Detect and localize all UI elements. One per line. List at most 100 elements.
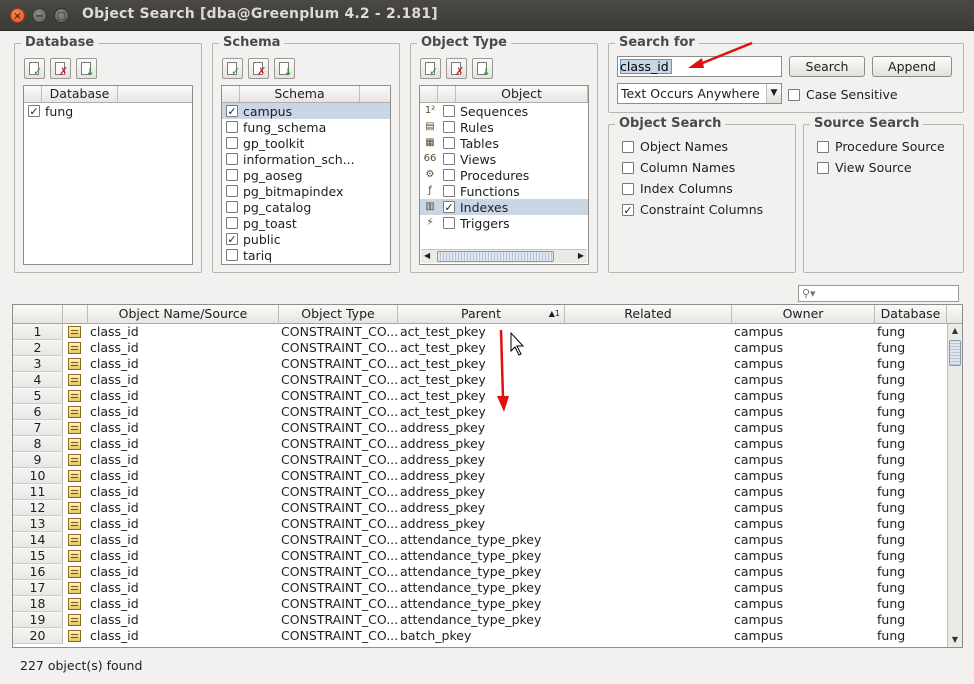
- table-row[interactable]: 14 class_id CONSTRAINT_CO... attendance_typ…: [13, 532, 947, 548]
- schema-item[interactable]: ✓ public: [222, 231, 390, 247]
- object-search-option[interactable]: Column Names: [622, 160, 735, 175]
- row-number[interactable]: 14: [13, 532, 63, 548]
- schema-item[interactable]: pg_toast: [222, 215, 390, 231]
- search-button[interactable]: Search: [789, 56, 865, 77]
- table-row[interactable]: 15 class_id CONSTRAINT_CO... attendance_typ…: [13, 548, 947, 564]
- object-type-item[interactable]: ⚙ Procedures: [420, 167, 588, 183]
- minimize-window-button[interactable]: −: [32, 8, 47, 23]
- schema-item-checkbox[interactable]: [226, 121, 238, 133]
- checkbox-box[interactable]: ✓: [622, 203, 634, 216]
- schema-item-checkbox[interactable]: ✓: [226, 233, 238, 245]
- schema-item-checkbox[interactable]: [226, 185, 238, 197]
- checkbox-box[interactable]: [622, 140, 634, 153]
- schema-item-checkbox[interactable]: ✓: [226, 105, 238, 117]
- deselect-all-schemas-button[interactable]: ✗: [248, 58, 269, 79]
- table-row[interactable]: 12 class_id CONSTRAINT_CO... address_pkey ca…: [13, 500, 947, 516]
- object-type-item[interactable]: ▦ Tables: [420, 135, 588, 151]
- row-number[interactable]: 8: [13, 436, 63, 452]
- table-row[interactable]: 1 class_id CONSTRAINT_CO... act_test_pkey ca…: [13, 324, 947, 340]
- table-row[interactable]: 10 class_id CONSTRAINT_CO... address_pkey ca…: [13, 468, 947, 484]
- table-row[interactable]: 7 class_id CONSTRAINT_CO... address_pkey cam…: [13, 420, 947, 436]
- schema-item[interactable]: pg_catalog: [222, 199, 390, 215]
- row-number[interactable]: 17: [13, 580, 63, 596]
- object-type-item-checkbox[interactable]: [443, 185, 455, 197]
- row-number[interactable]: 7: [13, 420, 63, 436]
- object-search-option[interactable]: Object Names: [622, 139, 728, 154]
- table-row[interactable]: 17 class_id CONSTRAINT_CO... attendance_typ…: [13, 580, 947, 596]
- checkbox-box[interactable]: [622, 182, 634, 195]
- source-search-option[interactable]: View Source: [817, 160, 912, 175]
- column-header-parent[interactable]: Parent ▲1: [398, 305, 565, 324]
- row-number[interactable]: 9: [13, 452, 63, 468]
- checkbox-box[interactable]: [622, 161, 634, 174]
- table-row[interactable]: 8 class_id CONSTRAINT_CO... address_pkey cam…: [13, 436, 947, 452]
- row-number[interactable]: 12: [13, 500, 63, 516]
- object-type-item[interactable]: 1² Sequences: [420, 103, 588, 119]
- object-type-item-checkbox[interactable]: [443, 105, 455, 117]
- select-all-object-types-button[interactable]: ✓: [420, 58, 441, 79]
- checkbox-box[interactable]: [788, 88, 800, 101]
- schema-item[interactable]: tariq: [222, 247, 390, 263]
- column-header-related[interactable]: Related: [565, 305, 732, 324]
- object-type-hscroll-thumb[interactable]: [437, 251, 554, 262]
- object-type-item-checkbox[interactable]: [443, 137, 455, 149]
- schema-item[interactable]: pg_aoseg: [222, 167, 390, 183]
- column-header-object-name[interactable]: Object Name/Source: [88, 305, 279, 324]
- object-type-item[interactable]: 66 Views: [420, 151, 588, 167]
- object-type-item[interactable]: ▥ ✓ Indexes: [420, 199, 588, 215]
- chevron-down-icon[interactable]: ▼: [766, 84, 781, 103]
- object-type-list[interactable]: Object 1² Sequences ▤ Rules ▦ Tables 66 Views ⚙ P…: [419, 85, 589, 265]
- schema-item[interactable]: pg_bitmapindex: [222, 183, 390, 199]
- table-row[interactable]: 6 class_id CONSTRAINT_CO... act_test_pkey ca…: [13, 404, 947, 420]
- table-row[interactable]: 13 class_id CONSTRAINT_CO... address_pkey ca…: [13, 516, 947, 532]
- refresh-databases-button[interactable]: ↓: [76, 58, 97, 79]
- object-type-item-checkbox[interactable]: [443, 217, 455, 229]
- table-row[interactable]: 9 class_id CONSTRAINT_CO... address_pkey cam…: [13, 452, 947, 468]
- refresh-schemas-button[interactable]: ↓: [274, 58, 295, 79]
- object-type-item[interactable]: ▤ Rules: [420, 119, 588, 135]
- object-search-option[interactable]: Index Columns: [622, 181, 733, 196]
- schema-column-header[interactable]: Schema: [240, 86, 360, 102]
- schema-item-checkbox[interactable]: [226, 217, 238, 229]
- close-window-button[interactable]: ×: [10, 8, 25, 23]
- row-number[interactable]: 20: [13, 628, 63, 644]
- deselect-all-databases-button[interactable]: ✗: [50, 58, 71, 79]
- object-type-hscrollbar[interactable]: ◀ ▶: [421, 249, 587, 263]
- row-number[interactable]: 15: [13, 548, 63, 564]
- row-number[interactable]: 11: [13, 484, 63, 500]
- row-number[interactable]: 1: [13, 324, 63, 340]
- schema-item[interactable]: information_sch...: [222, 151, 390, 167]
- object-type-item-checkbox[interactable]: [443, 153, 455, 165]
- row-number[interactable]: 10: [13, 468, 63, 484]
- schema-item-checkbox[interactable]: [226, 169, 238, 181]
- table-row[interactable]: 20 class_id CONSTRAINT_CO... batch_pkey camp…: [13, 628, 947, 644]
- row-number[interactable]: 16: [13, 564, 63, 580]
- results-filter-input[interactable]: ⚲▾: [798, 285, 959, 302]
- row-number[interactable]: 3: [13, 356, 63, 372]
- table-row[interactable]: 16 class_id CONSTRAINT_CO... attendance_typ…: [13, 564, 947, 580]
- schema-list[interactable]: Schema ✓ campus fung_schema gp_toolkit infor…: [221, 85, 391, 265]
- database-list[interactable]: Database ✓ fung: [23, 85, 193, 265]
- refresh-object-types-button[interactable]: ↓: [472, 58, 493, 79]
- deselect-all-object-types-button[interactable]: ✗: [446, 58, 467, 79]
- object-type-item-checkbox[interactable]: ✓: [443, 201, 455, 213]
- row-number[interactable]: 13: [13, 516, 63, 532]
- table-row[interactable]: 18 class_id CONSTRAINT_CO... attendance_typ…: [13, 596, 947, 612]
- object-type-item-checkbox[interactable]: [443, 169, 455, 181]
- object-type-item[interactable]: ƒ Functions: [420, 183, 588, 199]
- checkbox-box[interactable]: [817, 140, 829, 153]
- object-type-item-checkbox[interactable]: [443, 121, 455, 133]
- object-column-header[interactable]: Object: [456, 86, 588, 102]
- row-number[interactable]: 19: [13, 612, 63, 628]
- append-button[interactable]: Append: [872, 56, 952, 77]
- maximize-window-button[interactable]: □: [54, 8, 69, 23]
- schema-item-checkbox[interactable]: [226, 153, 238, 165]
- table-row[interactable]: 4 class_id CONSTRAINT_CO... act_test_pkey ca…: [13, 372, 947, 388]
- row-number[interactable]: 5: [13, 388, 63, 404]
- schema-item-checkbox[interactable]: [226, 137, 238, 149]
- row-number[interactable]: 18: [13, 596, 63, 612]
- row-number[interactable]: 4: [13, 372, 63, 388]
- results-vscroll-thumb[interactable]: [949, 340, 961, 366]
- row-number[interactable]: 6: [13, 404, 63, 420]
- case-sensitive-checkbox[interactable]: Case Sensitive: [788, 87, 898, 102]
